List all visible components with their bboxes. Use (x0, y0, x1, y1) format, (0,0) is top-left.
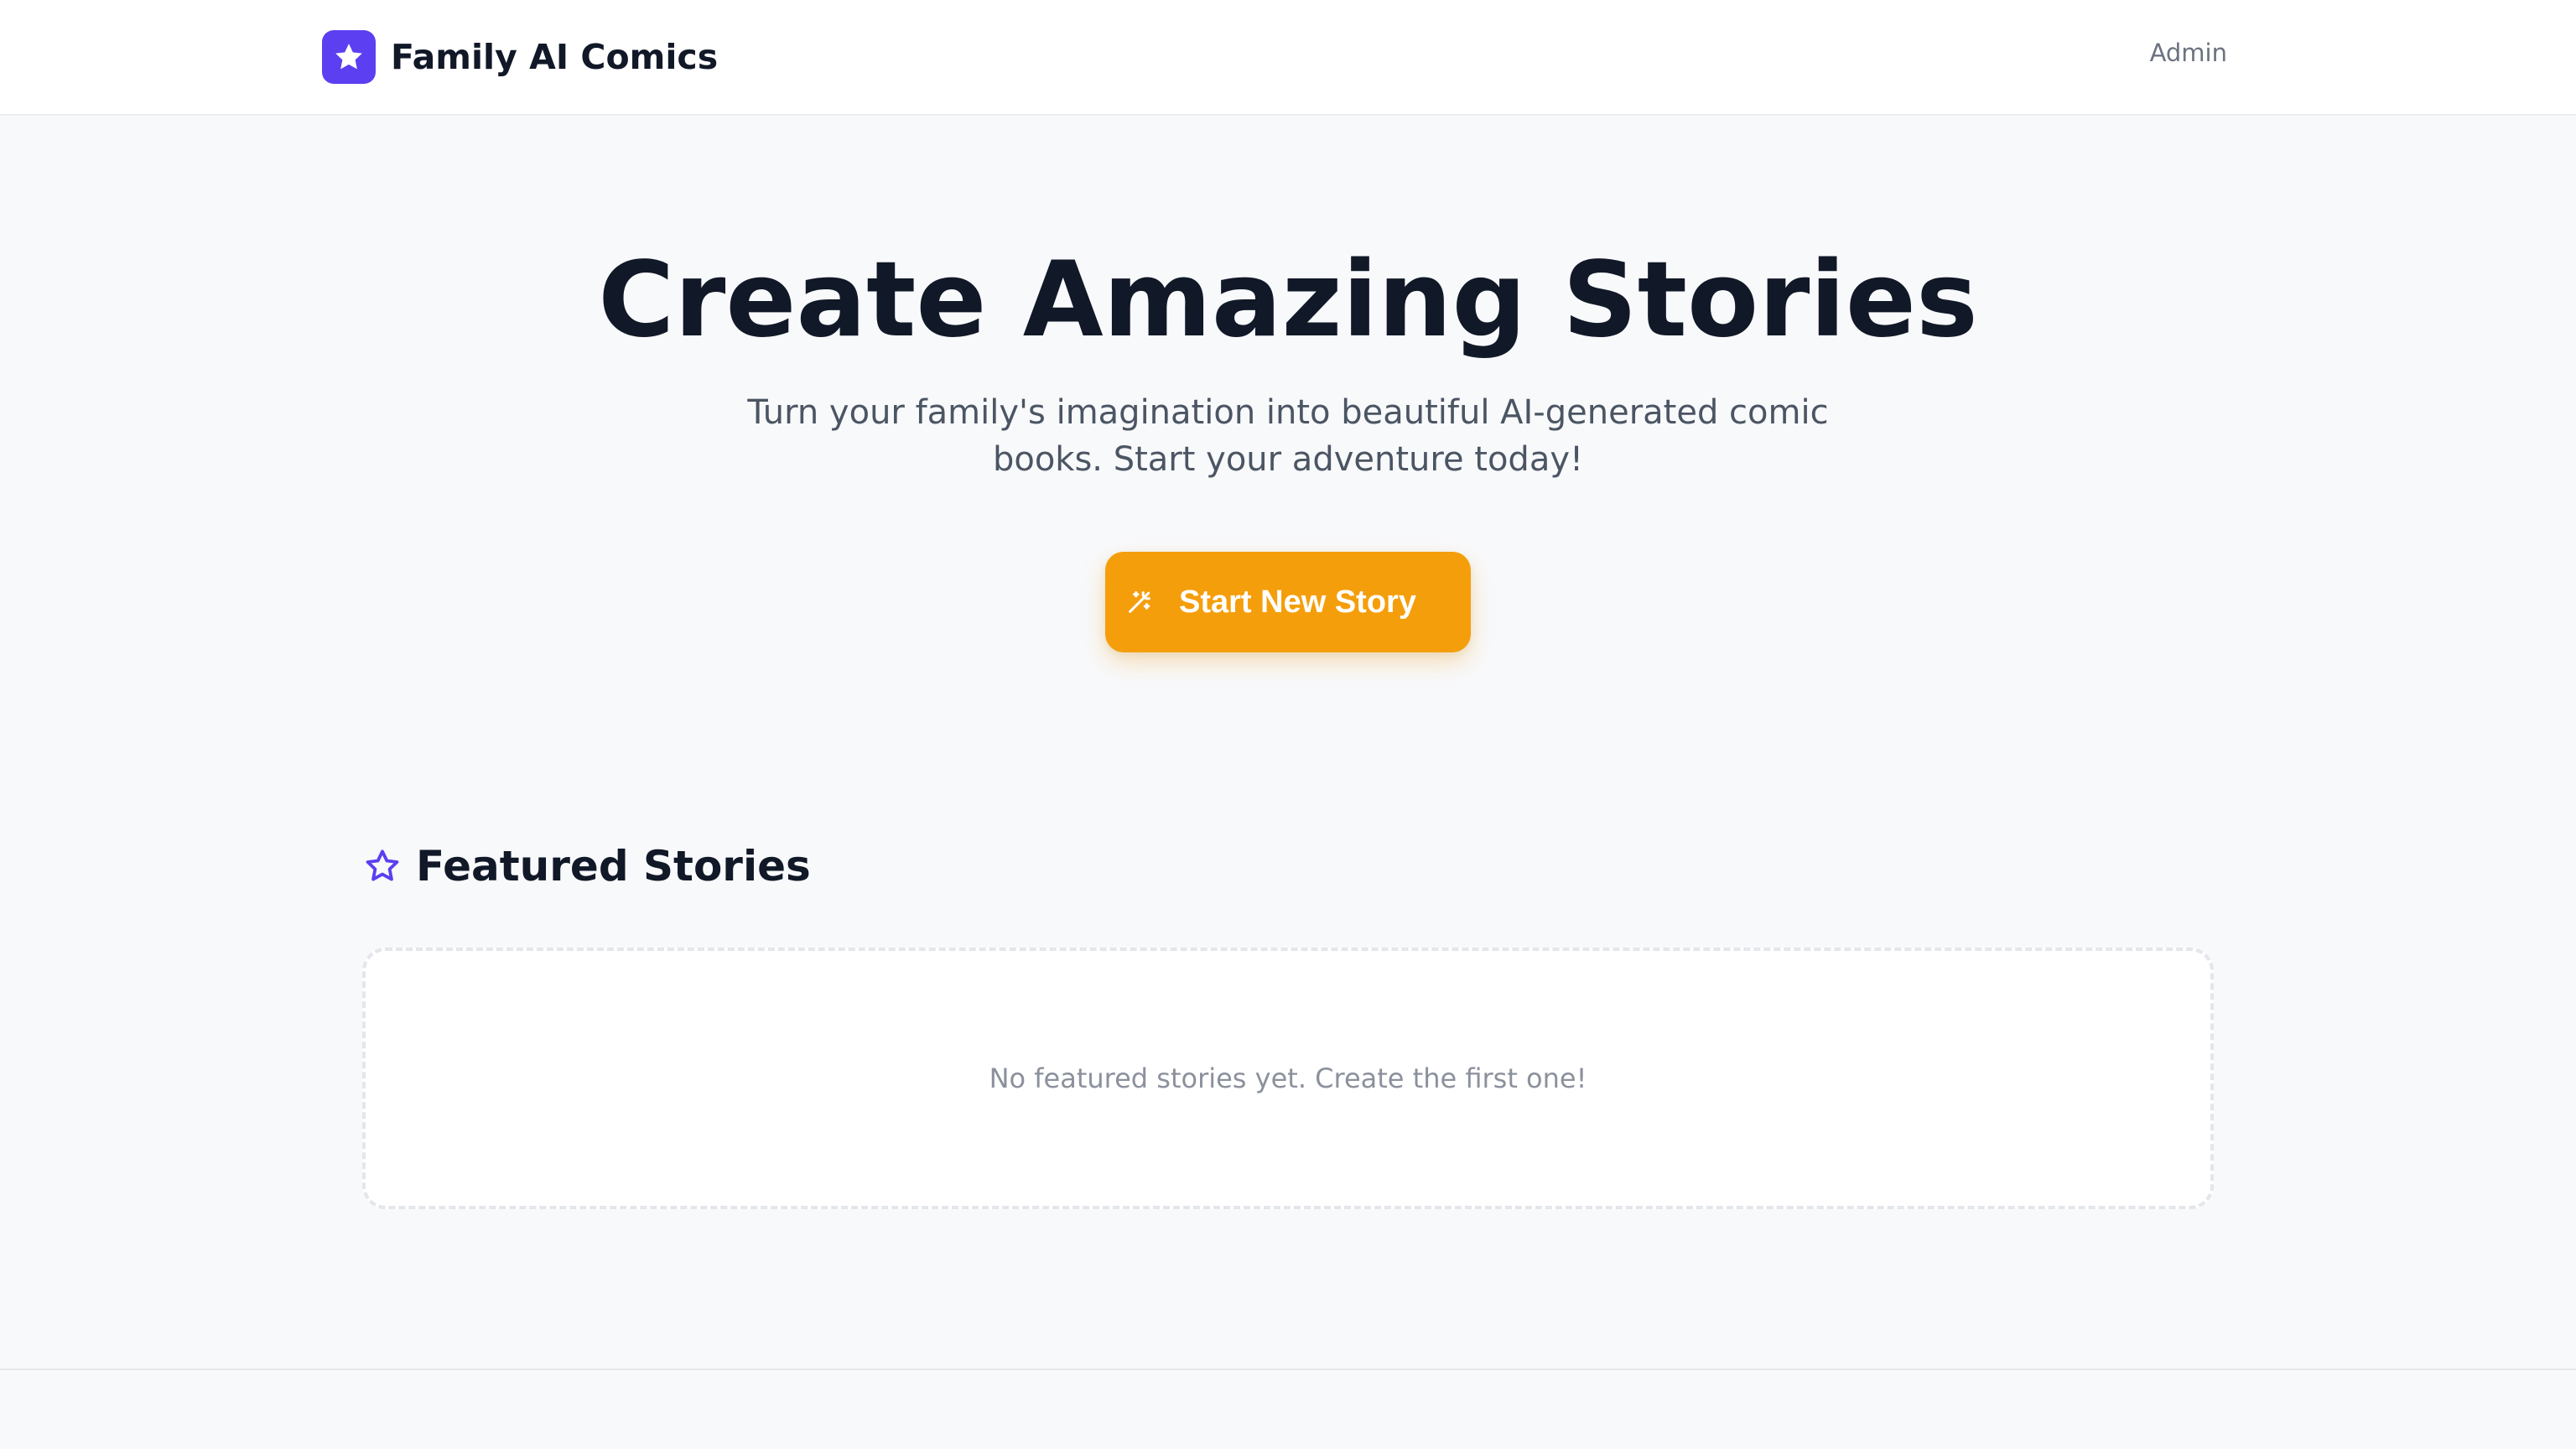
featured-stories-heading: Featured Stories (362, 839, 811, 894)
star-icon (322, 30, 376, 84)
brand-home-link[interactable]: Family AI Comics (322, 30, 718, 84)
featured-stories-title: Featured Stories (416, 842, 811, 891)
featured-stories-empty-state: No featured stories yet. Create the firs… (362, 948, 2214, 1209)
hero-subtitle: Turn your family's imagination into beau… (747, 393, 1829, 479)
empty-state-message: No featured stories yet. Create the firs… (989, 1062, 1587, 1094)
hero-title: Create Amazing Stories (598, 240, 1978, 361)
start-new-story-label: Start New Story (1179, 584, 1416, 620)
start-new-story-button[interactable]: Start New Story (1105, 552, 1471, 652)
footer (0, 1368, 2576, 1449)
star-outline-icon (362, 846, 402, 886)
magic-wand-icon (1124, 586, 1156, 618)
brand-name: Family AI Comics (391, 37, 719, 77)
top-nav-bar: Family AI Comics Admin (0, 0, 2576, 116)
admin-link[interactable]: Admin (2150, 39, 2227, 67)
